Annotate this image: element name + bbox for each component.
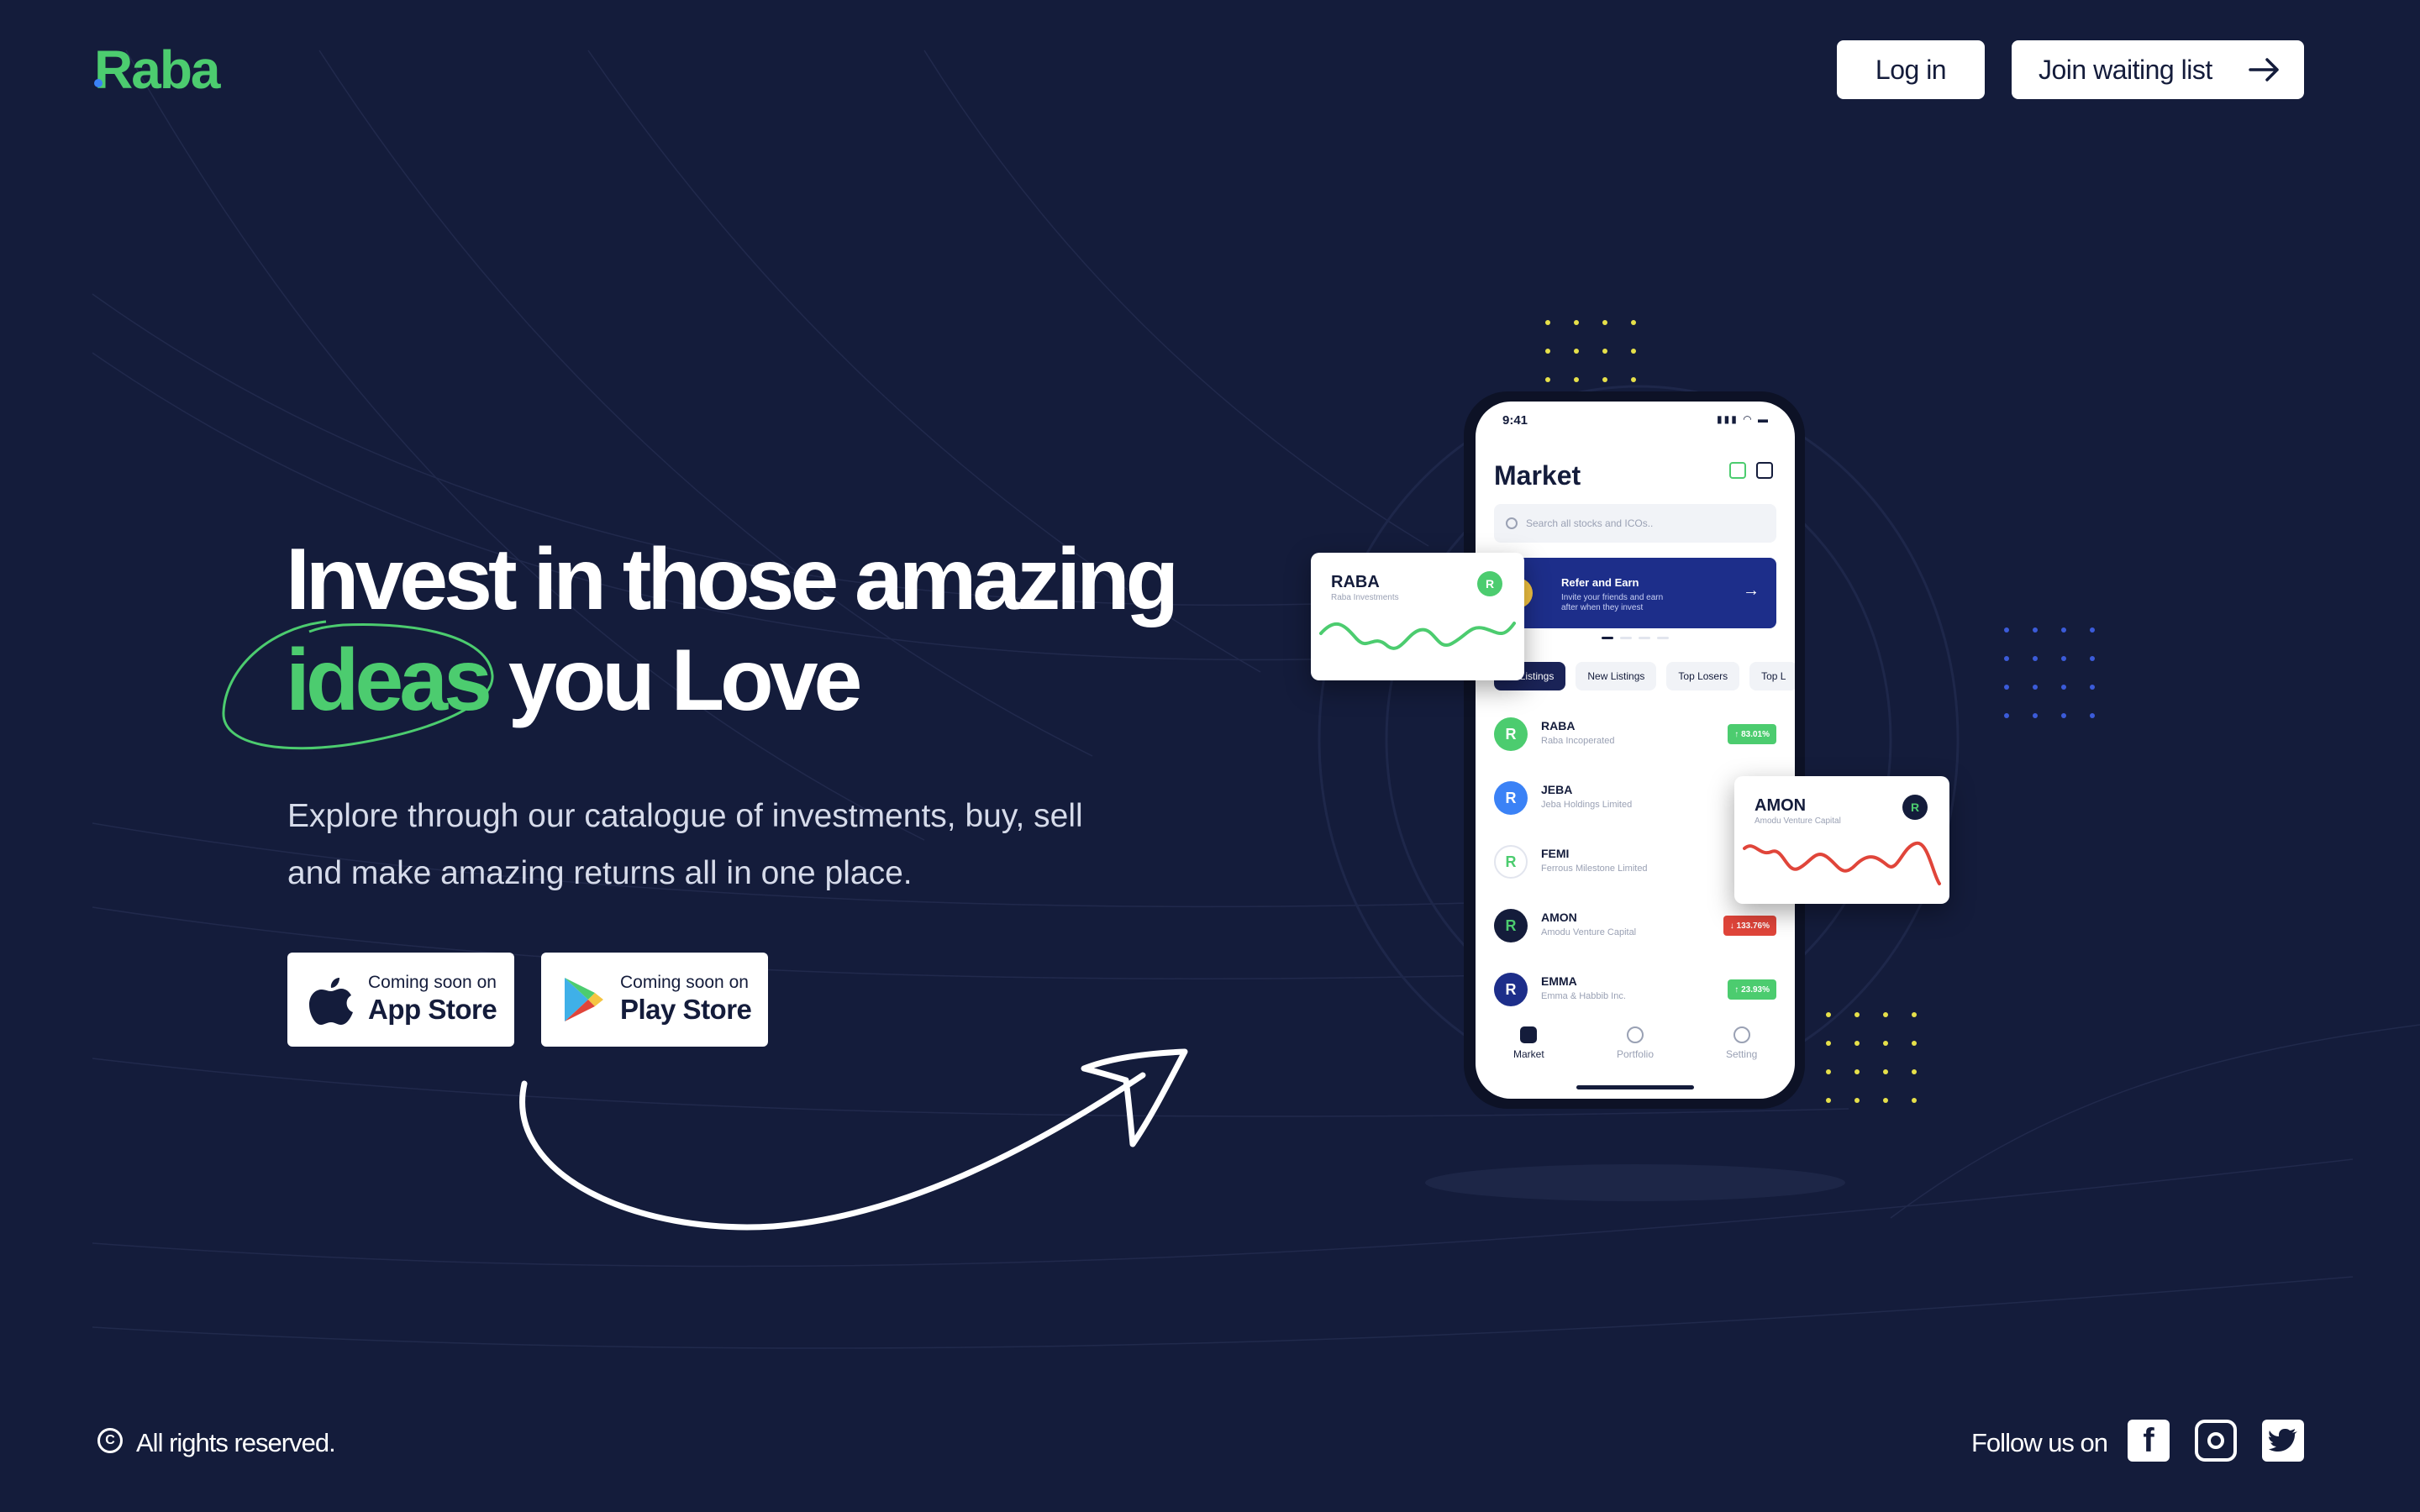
- app-store-big: App Store: [368, 994, 497, 1025]
- instagram-icon[interactable]: [2195, 1420, 2237, 1462]
- pie-chart-icon: [1626, 1026, 1644, 1043]
- avatar: R: [1494, 973, 1528, 1006]
- list-item[interactable]: R AMON Amodu Venture Capital ↓ 133.76%: [1494, 900, 1776, 951]
- phone-shadow: [1425, 1164, 1845, 1201]
- headline-line-2-rest: you Love: [487, 632, 863, 729]
- stock-name: FEMI: [1541, 847, 1570, 860]
- arrow-right-icon: [2249, 58, 2279, 81]
- join-waiting-list-label: Join waiting list: [2039, 54, 2212, 85]
- bottom-nav: Market Portfolio Setting: [1476, 1026, 1795, 1077]
- twitter-icon[interactable]: [2262, 1420, 2304, 1462]
- avatar: R: [1494, 845, 1528, 879]
- basket-icon[interactable]: [1729, 462, 1746, 479]
- nav-setting[interactable]: Setting: [1708, 1026, 1776, 1077]
- avatar: R: [1494, 909, 1528, 942]
- phone-screen: 9:41 ▮▮▮ ◠ ▬ Market Search all stocks an…: [1476, 402, 1795, 1099]
- stock-company: Ferrous Milestone Limited: [1541, 864, 1648, 874]
- home-indicator: [1576, 1085, 1694, 1089]
- apple-icon: [309, 978, 353, 1025]
- stock-company: Emma & Habbib Inc.: [1541, 991, 1626, 1001]
- play-store-button[interactable]: Coming soon on Play Store: [541, 953, 768, 1047]
- search-placeholder: Search all stocks and ICOs..: [1526, 517, 1654, 529]
- market-search-input[interactable]: Search all stocks and ICOs..: [1494, 504, 1776, 543]
- status-time: 9:41: [1502, 413, 1528, 428]
- tab-top-losers[interactable]: Top Losers: [1666, 662, 1740, 690]
- refer-banner[interactable]: $ Refer and Earn Invite your friends and…: [1494, 558, 1776, 628]
- document-icon[interactable]: [1756, 462, 1773, 479]
- logo[interactable]: Raba: [94, 39, 220, 101]
- play-store-text: Coming soon on Play Store: [620, 973, 752, 1026]
- raba-stock-card: RABA Raba Investments R: [1311, 553, 1524, 680]
- play-store-big: Play Store: [620, 994, 752, 1025]
- app-store-button[interactable]: Coming soon on App Store: [287, 953, 514, 1047]
- copyright-text: All rights reserved.: [136, 1428, 336, 1457]
- change-badge: ↑ 83.01%: [1728, 724, 1776, 744]
- search-icon: [1506, 517, 1518, 529]
- sparkline-up: [1319, 622, 1516, 650]
- carousel-indicator: [1602, 637, 1677, 640]
- nav-portfolio[interactable]: Portfolio: [1602, 1026, 1669, 1077]
- copyright-icon: C: [97, 1428, 123, 1453]
- list-item[interactable]: R RABA Raba Incoperated ↑ 83.01%: [1494, 709, 1776, 759]
- twitter-bird: [2269, 1429, 2297, 1452]
- market-tabs: All Listings New Listings Top Losers Top…: [1494, 662, 1795, 690]
- card-name: AMON: [1754, 796, 1807, 815]
- facebook-icon[interactable]: f: [2128, 1420, 2170, 1462]
- status-icons: ▮▮▮ ◠ ▬: [1717, 413, 1770, 425]
- nav-market[interactable]: Market: [1495, 1026, 1562, 1077]
- change-badge: ↑ 23.93%: [1728, 979, 1776, 1000]
- headline-line-2: ideas you Love: [286, 630, 1175, 731]
- sparkline-down: [1743, 841, 1941, 885]
- refer-desc: Invite your friends and earn after when …: [1561, 593, 1664, 612]
- follow-us-label: Follow us on: [1971, 1428, 2108, 1457]
- stock-company: Amodu Venture Capital: [1541, 927, 1637, 937]
- stock-name: AMON: [1541, 911, 1577, 924]
- stock-name: RABA: [1541, 719, 1576, 732]
- market-title: Market: [1494, 460, 1581, 491]
- chart-icon: [1520, 1026, 1538, 1043]
- play-store-small: Coming soon on: [620, 973, 749, 992]
- refer-title: Refer and Earn: [1561, 576, 1639, 589]
- login-button[interactable]: Log in: [1837, 40, 1985, 99]
- tab-new-listings[interactable]: New Listings: [1576, 662, 1657, 690]
- stock-company: Raba Incoperated: [1541, 736, 1615, 746]
- decorative-arrow-icon: [519, 1048, 1188, 1231]
- stock-name: JEBA: [1541, 783, 1573, 796]
- instagram-lens: [2207, 1432, 2224, 1449]
- tab-top-gainers[interactable]: Top L: [1749, 662, 1795, 690]
- google-play-icon: [565, 978, 603, 1021]
- card-sub: Raba Investments: [1331, 593, 1399, 602]
- headline-line-1: Invest in those amazing: [286, 531, 1179, 628]
- hero-subtitle: Explore through our catalogue of investm…: [287, 798, 1083, 891]
- stock-company: Jeba Holdings Limited: [1541, 800, 1633, 810]
- app-store-small: Coming soon on: [368, 973, 497, 992]
- nav-market-label: Market: [1512, 1048, 1544, 1060]
- hero-headline: Invest in those amazing ideas you Love: [286, 529, 1179, 731]
- card-name: RABA: [1331, 573, 1380, 591]
- change-badge: ↓ 133.76%: [1723, 916, 1776, 936]
- gear-icon: [1733, 1026, 1750, 1043]
- nav-setting-label: Setting: [1725, 1048, 1758, 1060]
- headline-highlight: ideas: [286, 632, 492, 729]
- logo-dot-icon: [94, 79, 103, 87]
- nav-portfolio-label: Portfolio: [1616, 1048, 1654, 1060]
- arrow-right-icon: →: [1743, 581, 1760, 600]
- raba-logo-icon: R: [1477, 571, 1502, 596]
- stock-name: EMMA: [1541, 974, 1577, 988]
- avatar: R: [1494, 717, 1528, 751]
- amon-stock-card: AMON Amodu Venture Capital R: [1734, 776, 1949, 904]
- amon-logo-icon: R: [1902, 795, 1928, 820]
- card-sub: Amodu Venture Capital: [1754, 816, 1841, 826]
- list-item[interactable]: R EMMA Emma & Habbib Inc. ↑ 23.93%: [1494, 964, 1776, 1015]
- app-store-text: Coming soon on App Store: [368, 973, 497, 1026]
- avatar: R: [1494, 781, 1528, 815]
- join-waiting-list-button[interactable]: Join waiting list: [2012, 40, 2304, 99]
